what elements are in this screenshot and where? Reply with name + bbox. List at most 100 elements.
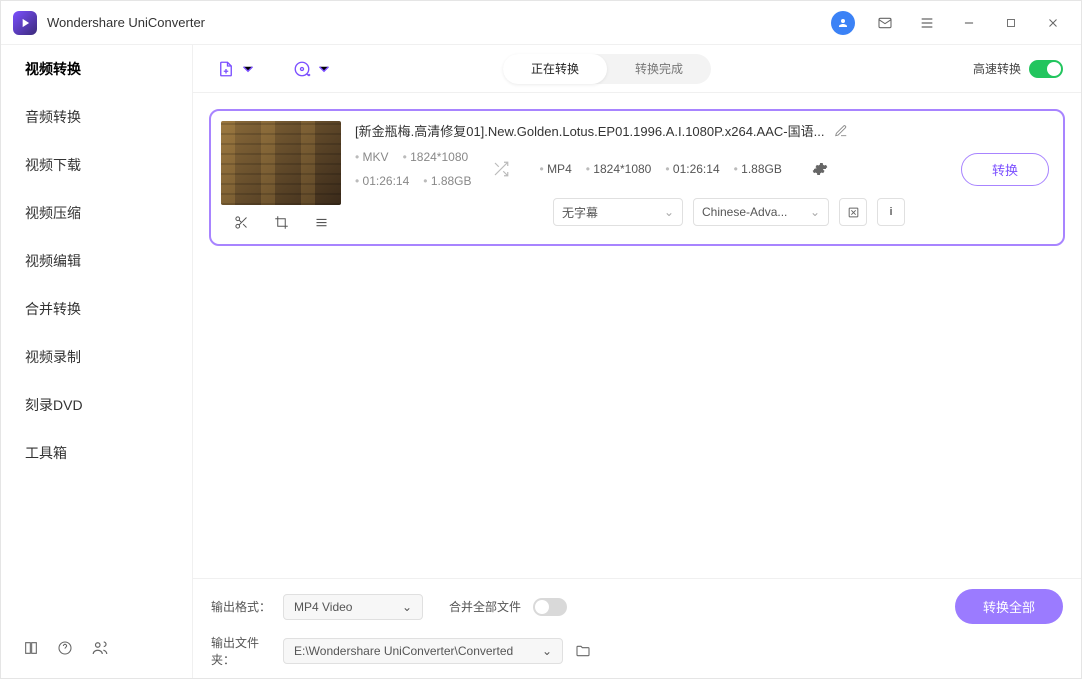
dst-size: 1.88GB — [734, 162, 782, 176]
maximize-button[interactable] — [995, 7, 1027, 39]
dst-duration: 01:26:14 — [665, 162, 719, 176]
subtitle-value: 无字幕 — [562, 204, 598, 221]
output-meta: MP4 1824*1080 01:26:14 1.88GB — [530, 156, 792, 182]
add-file-button[interactable] — [211, 56, 263, 82]
add-file-icon — [217, 60, 235, 78]
user-icon — [831, 11, 855, 35]
output-folder-select[interactable]: E:\Wondershare UniConverter\Converted ⌄ — [283, 638, 563, 664]
sidebar-item-burn-dvd[interactable]: 刻录DVD — [1, 381, 192, 429]
output-format-select[interactable]: MP4 Video ⌄ — [283, 594, 423, 620]
chevron-down-icon: ⌄ — [542, 644, 552, 658]
convert-button[interactable]: 转换 — [961, 153, 1049, 186]
sidebar-item-merge-convert[interactable]: 合并转换 — [1, 285, 192, 333]
sidebar-item-video-compress[interactable]: 视频压缩 — [1, 189, 192, 237]
remove-button[interactable] — [839, 198, 867, 226]
sidebar-item-label: 视频压缩 — [25, 203, 81, 223]
sidebar-item-label: 合并转换 — [25, 299, 81, 319]
chevron-down-icon — [239, 60, 257, 78]
subtitle-select[interactable]: 无字幕 ⌄ — [553, 198, 683, 226]
chevron-down-icon — [315, 60, 333, 78]
src-format: MKV — [355, 150, 389, 164]
trim-button[interactable] — [230, 211, 253, 234]
close-icon — [1046, 16, 1060, 30]
sidebar-item-toolbox[interactable]: 工具箱 — [1, 429, 192, 477]
sidebar-item-video-download[interactable]: 视频下载 — [1, 141, 192, 189]
minimize-icon — [962, 16, 976, 30]
book-icon — [23, 640, 39, 656]
app-title: Wondershare UniConverter — [47, 15, 205, 30]
dst-resolution: 1824*1080 — [586, 162, 652, 176]
folder-icon — [575, 643, 591, 659]
src-duration: 01:26:14 — [355, 174, 409, 188]
help-button[interactable] — [57, 640, 73, 656]
users-icon — [91, 639, 109, 657]
fast-convert-label: 高速转换 — [973, 60, 1021, 77]
convert-arrow — [486, 158, 516, 180]
crop-icon — [274, 215, 289, 230]
sidebar-item-label: 视频转换 — [25, 59, 81, 79]
toolbar: 正在转换 转换完成 高速转换 — [193, 45, 1081, 93]
output-format-label: 输出格式： — [211, 598, 271, 615]
src-resolution: 1824*1080 — [403, 150, 469, 164]
file-card: [新金瓶梅.高清修复01].New.Golden.Lotus.EP01.1996… — [209, 109, 1065, 246]
help-icon — [57, 640, 73, 656]
sidebar-item-label: 刻录DVD — [25, 395, 83, 415]
menu-button[interactable] — [911, 7, 943, 39]
edit-icon — [834, 124, 848, 138]
disc-plus-icon — [293, 60, 311, 78]
sidebar-item-label: 视频录制 — [25, 347, 81, 367]
fast-convert-toggle[interactable] — [1029, 60, 1063, 78]
chevron-down-icon: ⌄ — [810, 205, 820, 219]
sidebar-item-video-edit[interactable]: 视频编辑 — [1, 237, 192, 285]
sidebar-item-video-convert[interactable]: 视频转换 — [1, 45, 192, 93]
gear-icon — [812, 161, 828, 177]
sidebar: 视频转换 音频转换 视频下载 视频压缩 视频编辑 合并转换 视频录制 刻录DVD… — [1, 45, 193, 678]
file-title: [新金瓶梅.高清修复01].New.Golden.Lotus.EP01.1996… — [355, 121, 824, 140]
crop-button[interactable] — [270, 211, 293, 234]
sliders-icon — [314, 215, 329, 230]
tab-label: 正在转换 — [531, 60, 579, 77]
info-button[interactable]: i — [877, 198, 905, 226]
video-thumbnail[interactable] — [221, 121, 341, 205]
sidebar-item-label: 音频转换 — [25, 107, 81, 127]
output-folder-label: 输出文件夹： — [211, 634, 271, 668]
merge-toggle[interactable] — [533, 598, 567, 616]
mail-icon — [877, 15, 893, 31]
output-format-value: MP4 Video — [294, 600, 352, 614]
open-folder-button[interactable] — [575, 643, 591, 659]
merge-label: 合并全部文件 — [449, 598, 521, 615]
app-logo — [13, 11, 37, 35]
sidebar-item-video-record[interactable]: 视频录制 — [1, 333, 192, 381]
dst-format: MP4 — [540, 162, 572, 176]
chevron-down-icon: ⌄ — [402, 600, 412, 614]
rename-button[interactable] — [834, 124, 848, 138]
account-button[interactable] — [827, 7, 859, 39]
delete-icon — [847, 206, 860, 219]
sidebar-item-label: 视频下载 — [25, 155, 81, 175]
output-folder-value: E:\Wondershare UniConverter\Converted — [294, 644, 513, 658]
tab-converting[interactable]: 正在转换 — [503, 54, 607, 84]
minimize-button[interactable] — [953, 7, 985, 39]
tab-done[interactable]: 转换完成 — [607, 54, 711, 84]
audio-track-select[interactable]: Chinese-Adva... ⌄ — [693, 198, 829, 226]
sidebar-item-label: 工具箱 — [25, 443, 67, 463]
scissors-icon — [234, 215, 249, 230]
chevron-down-icon: ⌄ — [664, 205, 674, 219]
close-button[interactable] — [1037, 7, 1069, 39]
menu-icon — [919, 15, 935, 31]
add-dvd-button[interactable] — [287, 56, 339, 82]
tab-switch: 正在转换 转换完成 — [503, 54, 711, 84]
maximize-icon — [1005, 17, 1017, 29]
sidebar-item-audio-convert[interactable]: 音频转换 — [1, 93, 192, 141]
guide-button[interactable] — [23, 640, 39, 656]
tab-label: 转换完成 — [635, 60, 683, 77]
convert-all-button[interactable]: 转换全部 — [955, 589, 1063, 624]
bottom-bar: 输出格式： MP4 Video ⌄ 合并全部文件 转换全部 输出文件夹： E:\… — [193, 578, 1081, 678]
users-button[interactable] — [91, 639, 109, 657]
titlebar: Wondershare UniConverter — [1, 1, 1081, 45]
mail-button[interactable] — [869, 7, 901, 39]
shuffle-icon — [492, 160, 510, 178]
output-settings-button[interactable] — [806, 155, 834, 183]
audio-value: Chinese-Adva... — [702, 205, 787, 219]
effects-button[interactable] — [310, 211, 333, 234]
